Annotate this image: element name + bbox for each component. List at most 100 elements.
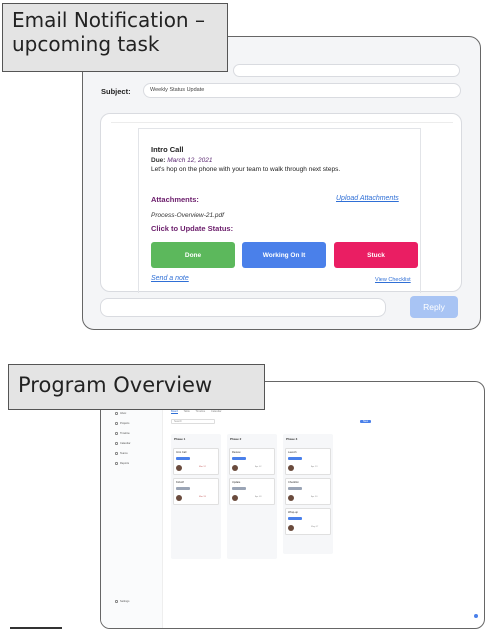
task-description: Let's hop on the phone with your team to… [151,166,341,173]
column-title: Phase 2 [230,437,242,441]
program-overview-label: Program Overview [8,364,265,410]
due-line: Due: March 12, 2021 [151,157,212,164]
card-date: Mar 12 [199,466,206,468]
sidebar-item-label: Settings [120,600,130,604]
card-title: Checklist [288,481,299,484]
card-status-tag [288,487,302,490]
task-card-item[interactable]: Checklist Apr 30 [285,478,331,505]
avatar [176,465,182,471]
timeline-icon [115,432,118,435]
sidebar-item-projects[interactable]: Projects [115,422,129,425]
card-title: Launch [288,451,297,454]
sidebar-item-teams[interactable]: Teams [115,452,128,455]
sidebar-item-label: Teams [120,452,128,456]
attachment-file-link[interactable]: Process-Overview-21.pdf [151,212,224,219]
program-overview-window: Inbox Projects Timeline Calendar Teams R… [100,381,485,629]
card-status-tag [232,457,246,460]
status-working-button[interactable]: Working On It [242,242,326,268]
avatar [288,465,294,471]
card-status-tag [176,487,190,490]
sidebar-item-label: Projects [120,422,130,426]
sidebar-item-calendar[interactable]: Calendar [115,442,131,445]
status-done-button[interactable]: Done [151,242,235,268]
message-body: Intro Call Due: March 12, 2021 Let's hop… [100,113,462,293]
tab-timeline[interactable]: Timeline [196,410,206,413]
card-status-tag [232,487,246,490]
card-status-tag [288,457,302,460]
gear-icon [115,600,118,603]
upload-attachments-link[interactable]: Upload Attachments [336,195,399,202]
card-status-tag [288,517,302,520]
tab-table[interactable]: Table [184,410,190,413]
card-status-tag [176,457,190,460]
reply-input[interactable] [100,298,386,317]
calendar-icon [115,442,118,445]
task-card-item[interactable]: Launch Apr 23 [285,448,331,475]
new-item-button[interactable]: New [360,420,372,423]
card-title: Update [232,481,241,484]
card-date: Apr 23 [311,466,318,468]
team-icon [115,452,118,455]
footer-divider [10,627,62,629]
task-card-item[interactable]: Wrap-up May 07 [285,508,331,535]
sidebar-item-inbox[interactable]: Inbox [115,412,126,415]
email-window: Subject: Weekly Status Update Intro Call… [82,36,481,330]
sidebar-item-label: Timeline [120,432,130,436]
report-icon [115,462,118,465]
sidebar: Inbox Projects Timeline Calendar Teams R… [101,382,163,628]
sidebar-item-settings[interactable]: Settings [115,600,129,603]
sidebar-item-label: Calendar [120,442,131,446]
avatar [288,495,294,501]
inbox-icon [115,412,118,415]
tab-board[interactable]: Board [171,410,178,414]
send-note-link[interactable]: Send a note [151,275,189,282]
email-label-line2: upcoming task [12,32,160,57]
sidebar-item-label: Inbox [120,412,127,416]
board-content: Board Table Timeline Calendar Search New… [163,382,484,628]
task-card-item[interactable]: Review Apr 02 [229,448,275,475]
view-checklist-link[interactable]: View Checklist [375,277,411,283]
task-card-item[interactable]: Kickoff Mar 19 [173,478,219,505]
card-date: Apr 02 [255,466,262,468]
subject-label: Subject: [101,87,131,96]
card-date: Apr 30 [311,496,318,498]
card-title: Kickoff [176,481,184,484]
task-title: Intro Call [151,145,184,154]
card-date: Mar 19 [199,496,206,498]
sidebar-item-reports[interactable]: Reports [115,462,129,465]
avatar [232,495,238,501]
email-label-line1: Email Notification – [12,8,205,32]
avatar [176,495,182,501]
update-status-label: Click to Update Status: [151,224,234,233]
due-label: Due: [151,157,166,164]
status-stuck-button[interactable]: Stuck [334,242,418,268]
board-column: Phase 1 Intro Call Mar 12 Kickoff Mar 19 [171,434,221,559]
tab-calendar[interactable]: Calendar [211,410,222,413]
view-tabs: Board Table Timeline Calendar [171,410,226,414]
card-date: Apr 09 [255,496,262,498]
card-title: Wrap-up [288,511,298,514]
board-column: Phase 3 Launch Apr 23 Checklist Apr 30 W… [283,434,333,554]
sidebar-item-timeline[interactable]: Timeline [115,432,130,435]
card-date: May 07 [311,526,319,528]
folder-icon [115,422,118,425]
column-title: Phase 3 [286,437,298,441]
attachments-label: Attachments: [151,195,199,204]
recipient-input[interactable] [233,64,460,77]
task-card-item[interactable]: Update Apr 09 [229,478,275,505]
due-date: March 12, 2021 [167,157,213,164]
board-toolbar: New [360,420,372,423]
reply-button[interactable]: Reply [410,296,458,318]
task-card-item[interactable]: Intro Call Mar 12 [173,448,219,475]
avatar [288,525,294,531]
message-divider [111,122,453,123]
help-button[interactable] [474,614,478,618]
avatar [232,465,238,471]
subject-input[interactable]: Weekly Status Update [143,83,461,98]
board-column: Phase 2 Review Apr 02 Update Apr 09 [227,434,277,559]
board-search-input[interactable]: Search [171,419,215,424]
card-title: Intro Call [176,451,187,454]
sidebar-item-label: Reports [120,462,130,466]
email-notification-label: Email Notification – upcoming task [2,3,228,72]
task-card: Intro Call Due: March 12, 2021 Let's hop… [138,128,421,293]
